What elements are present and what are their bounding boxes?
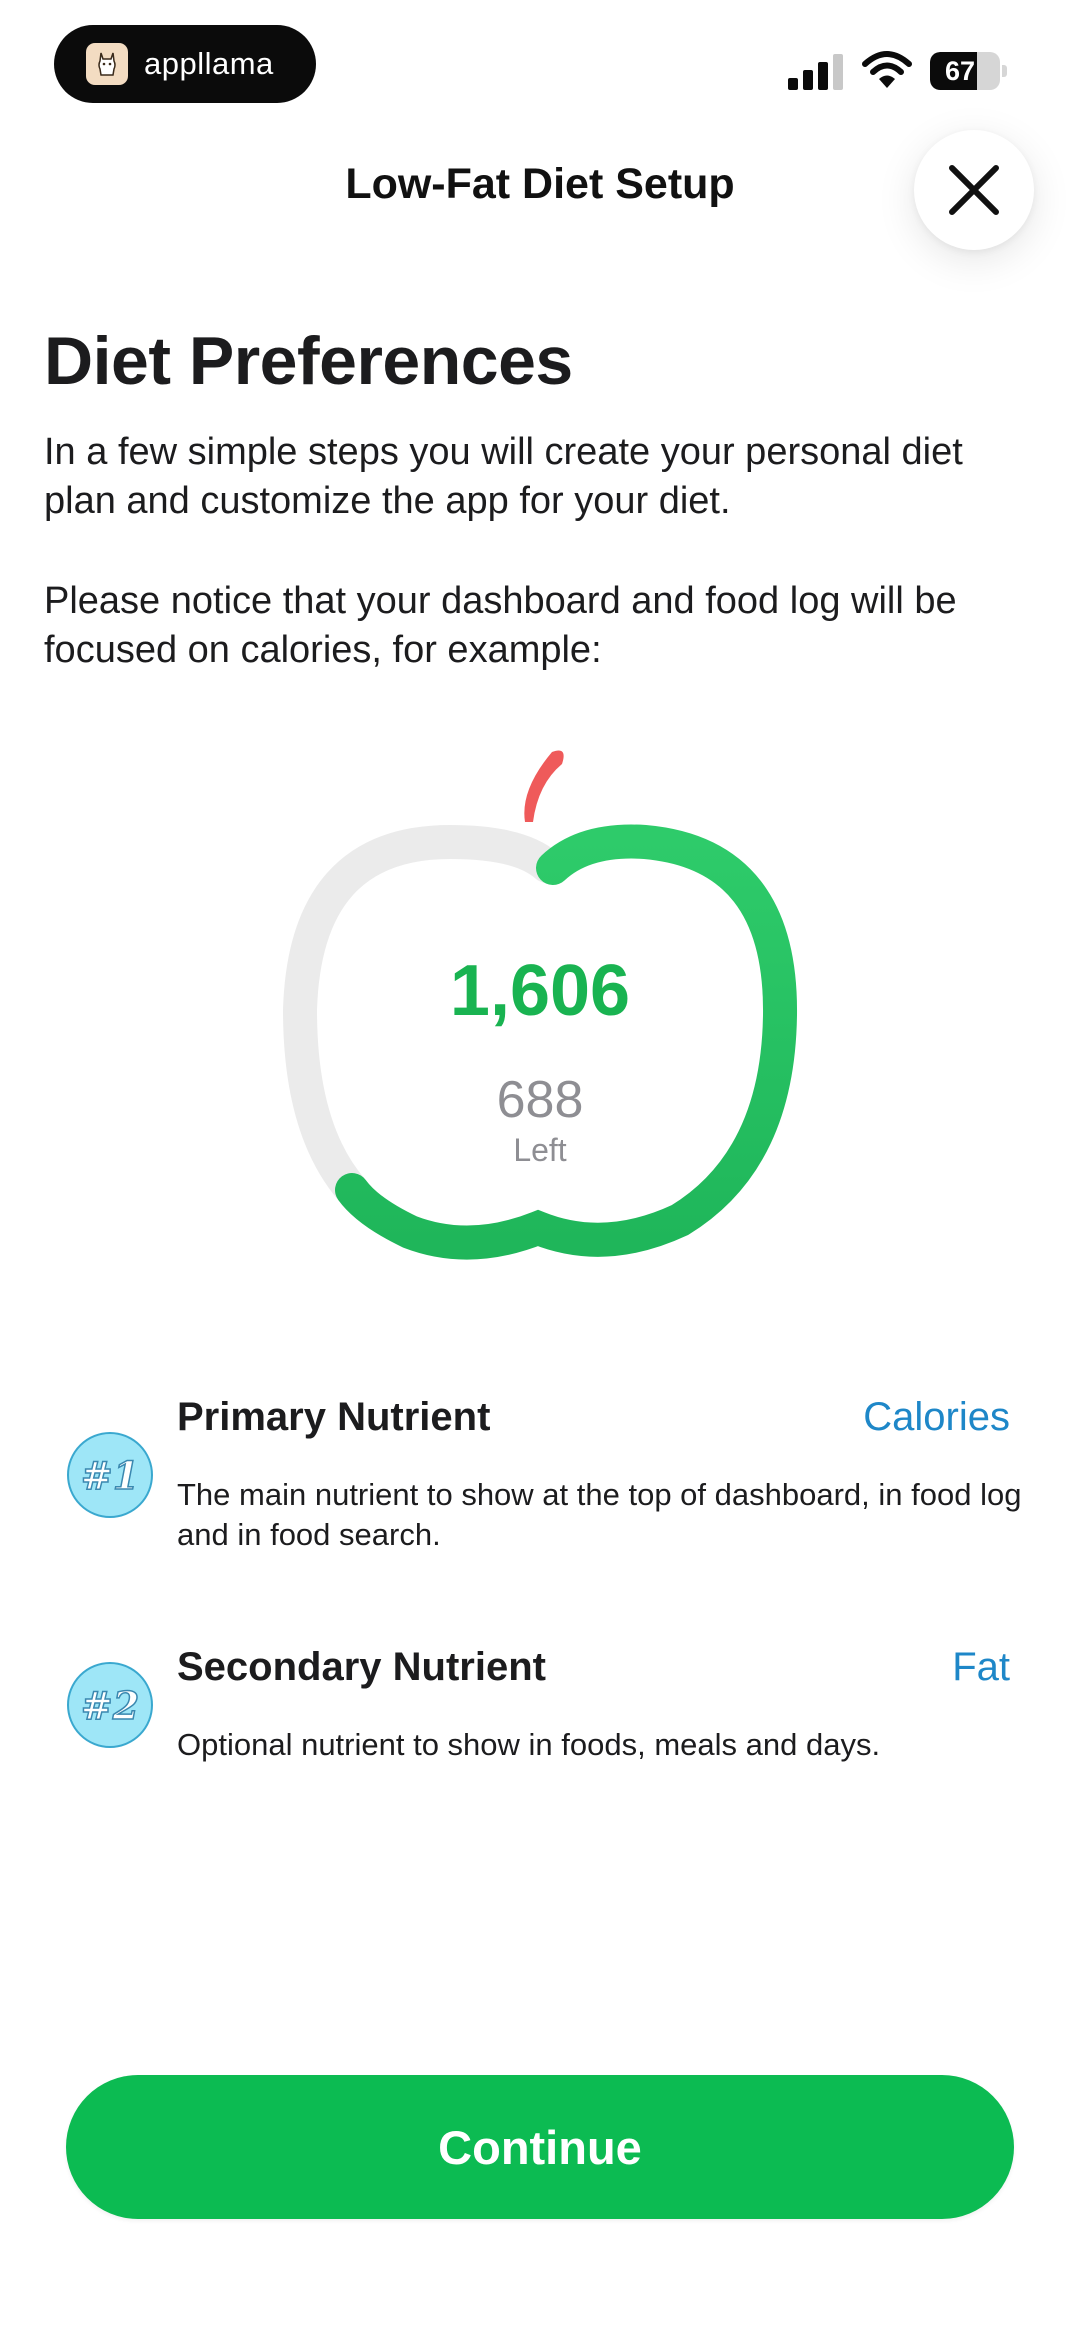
calories-remaining-label: Left bbox=[513, 1132, 567, 1168]
status-bar: appllama 67 bbox=[0, 0, 1080, 130]
notice-paragraph: Please notice that your dashboard and fo… bbox=[44, 580, 957, 671]
ring-progress bbox=[335, 824, 798, 1260]
section-heading: Diet Preferences bbox=[44, 323, 573, 399]
close-icon bbox=[949, 165, 999, 215]
rank-one-label: #1 bbox=[81, 1453, 139, 1498]
rank-two-label: #2 bbox=[81, 1683, 139, 1728]
secondary-nutrient-value[interactable]: Fat bbox=[952, 1645, 1010, 1690]
wifi-icon bbox=[862, 51, 912, 88]
primary-nutrient-row[interactable]: #1 Primary Nutrient Calories The main nu… bbox=[0, 1395, 1080, 1575]
secondary-nutrient-row[interactable]: #2 Secondary Nutrient Fat Optional nutri… bbox=[0, 1645, 1080, 1795]
battery-icon: 67 bbox=[930, 52, 1008, 90]
battery-level: 67 bbox=[944, 56, 976, 86]
close-button[interactable] bbox=[914, 130, 1034, 250]
intro-paragraph: In a few simple steps you will create yo… bbox=[44, 431, 963, 522]
primary-nutrient-title: Primary Nutrient bbox=[177, 1395, 491, 1439]
rank-two-badge-icon: #2 bbox=[67, 1662, 153, 1748]
app-indicator-pill[interactable]: appllama bbox=[54, 25, 316, 103]
continue-button[interactable]: Continue bbox=[66, 2075, 1014, 2219]
calorie-ring-example: 1,606 688 Left bbox=[270, 740, 810, 1300]
calories-remaining: 688 bbox=[496, 1071, 584, 1129]
rank-one-badge-icon: #1 bbox=[67, 1432, 153, 1518]
secondary-nutrient-description: Optional nutrient to show in foods, meal… bbox=[177, 1727, 881, 1762]
primary-nutrient-description: The main nutrient to show at the top of … bbox=[177, 1477, 1022, 1552]
calorie-value: 1,606 bbox=[449, 951, 631, 1031]
secondary-nutrient-title: Secondary Nutrient bbox=[177, 1645, 546, 1689]
apple-stem bbox=[524, 750, 564, 822]
app-name: appllama bbox=[144, 46, 274, 81]
cellular-signal-icon bbox=[788, 54, 843, 90]
app-logo-icon bbox=[86, 43, 128, 85]
primary-nutrient-value[interactable]: Calories bbox=[863, 1395, 1010, 1440]
